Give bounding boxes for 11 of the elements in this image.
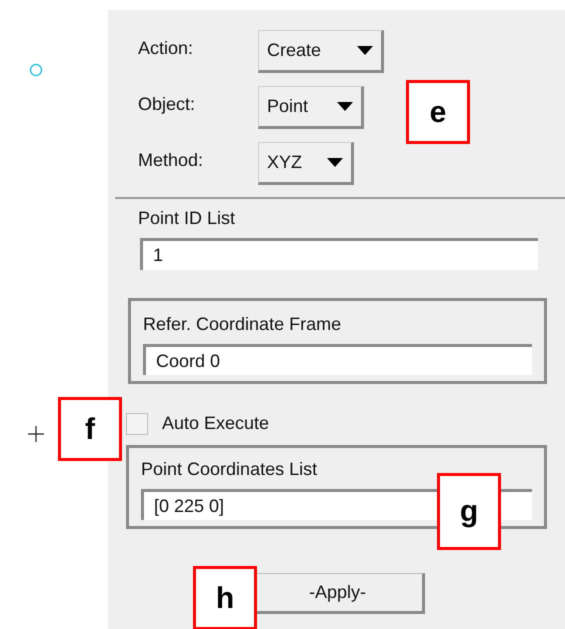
group-title: Point Coordinates List [141,458,318,481]
checkbox-label: Auto Execute [162,412,270,435]
callout-tooltip: g [437,473,501,550]
group-title: Refer. Coordinate Frame [143,313,342,336]
selector-label: Object: [138,93,196,116]
callout-tooltip: h [193,566,257,629]
selector-label: Method: [138,149,204,172]
field-label: Point ID List [138,207,236,230]
selector-label: Action: [138,37,194,60]
callout-tooltip: f [58,397,122,461]
callout-tooltip: e [406,80,470,144]
